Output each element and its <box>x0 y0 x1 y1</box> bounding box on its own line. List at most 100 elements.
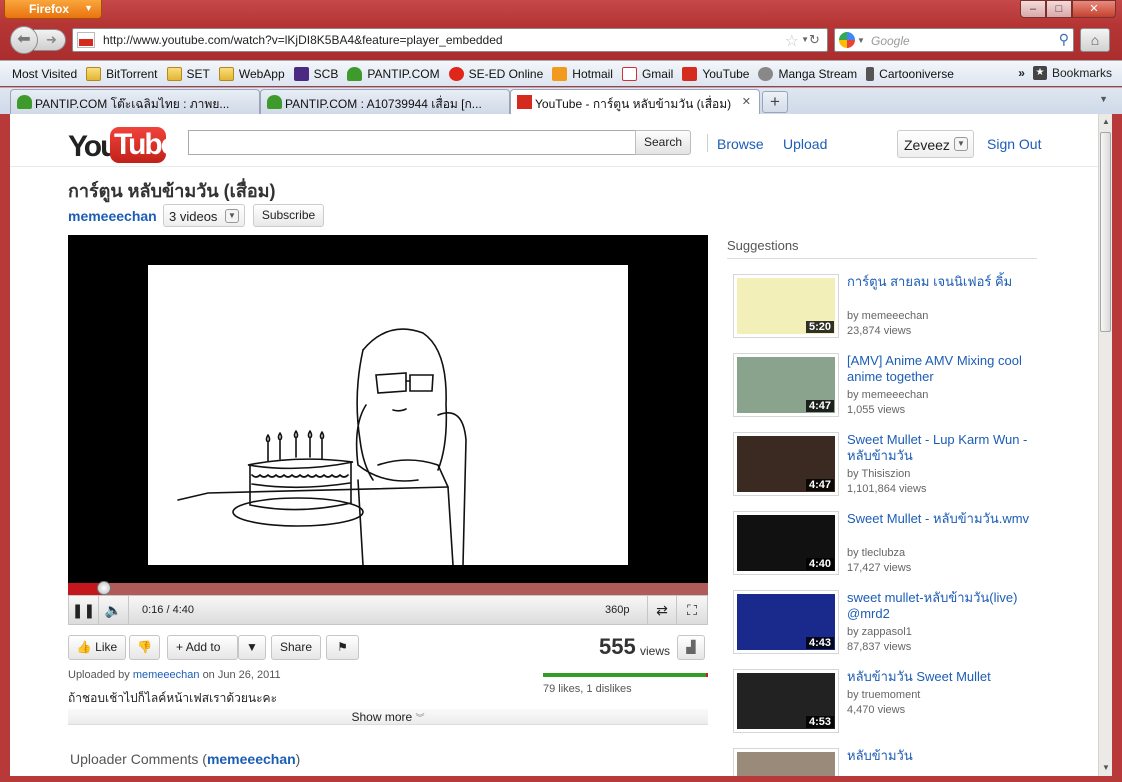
new-tab-button[interactable]: + <box>762 91 788 113</box>
bookmark-bittorrent[interactable]: BitTorrent <box>86 66 158 81</box>
bookmark-label: BitTorrent <box>106 66 158 81</box>
suggestion-title[interactable]: [AMV] Anime AMV Mixing cool anime togeth… <box>847 353 1037 385</box>
tab-pantip-2[interactable]: PANTIP.COM : A10739944 เสื่อม [ก... <box>260 89 510 114</box>
suggestion-item[interactable]: 5:20 การ์ตูน สายลม เจนนิเฟอร์ คิ้ม by meme… <box>733 274 1033 344</box>
url-history-dropdown-icon[interactable]: ▼ <box>801 35 809 44</box>
suggestion-thumbnail[interactable]: 4:47 <box>733 353 839 417</box>
uploader-link[interactable]: memeeechan <box>133 669 200 681</box>
scrollbar-thumb[interactable] <box>1100 132 1111 332</box>
url-text[interactable]: http://www.youtube.com/watch?v=lKjDI8K5B… <box>103 33 503 47</box>
channel-videos-dropdown[interactable]: 3 videos ▼ <box>163 204 245 227</box>
minimize-button[interactable]: – <box>1020 0 1046 18</box>
suggestion-duration: 4:47 <box>805 479 834 491</box>
fullscreen-button[interactable]: ⛶ <box>677 596 707 624</box>
video-progress-bar[interactable] <box>68 581 708 595</box>
like-button[interactable]: 👍 Like <box>68 635 126 660</box>
search-icon[interactable]: ⚲ <box>1059 31 1069 48</box>
back-button[interactable]: ⬅ <box>10 26 38 54</box>
volume-button[interactable]: 🔈 <box>99 596 129 624</box>
username: Zeveez <box>904 137 950 153</box>
folder-icon <box>86 66 102 81</box>
close-tab-icon[interactable]: ✕ <box>742 95 751 108</box>
suggestion-title[interactable]: Sweet Mullet - Lup Karm Wun - หลับข้ามวั… <box>847 432 1037 464</box>
maximize-button[interactable]: □ <box>1046 0 1072 18</box>
bookmark-scb[interactable]: SCB <box>293 66 338 81</box>
suggestion-item[interactable]: 4:40 Sweet Mullet - หลับข้ามวัน.wmv by tle… <box>733 511 1033 581</box>
add-to-button[interactable]: + Add to <box>167 635 238 660</box>
youtube-search-input[interactable] <box>188 130 636 155</box>
dislike-button[interactable]: 👎 <box>129 635 160 660</box>
manga-icon <box>758 66 774 81</box>
quality-selector[interactable]: 360p <box>605 604 629 616</box>
channel-link[interactable]: memeeechan <box>68 208 157 224</box>
stats-button[interactable]: ▟ <box>677 635 705 660</box>
close-window-button[interactable]: ✕ <box>1072 0 1116 18</box>
page-scrollbar[interactable]: ▲ ▼ <box>1098 114 1112 776</box>
suggestion-item[interactable]: 4:43 sweet mullet-หลับข้ามวัน(live) @mrd2… <box>733 590 1033 660</box>
suggestion-thumbnail[interactable] <box>733 748 839 776</box>
bookmark-most-visited[interactable]: Most Visited <box>10 67 77 189</box>
suggestion-item[interactable]: 4:47 [AMV] Anime AMV Mixing cool anime to… <box>733 353 1033 423</box>
engine-dropdown-icon[interactable]: ▼ <box>857 36 865 45</box>
sign-out-link[interactable]: Sign Out <box>987 136 1041 152</box>
bookmark-gmail[interactable]: Gmail <box>621 66 673 81</box>
bookmark-set[interactable]: SET <box>166 66 210 81</box>
suggestion-title[interactable]: หลับข้ามวัน Sweet Mullet <box>847 669 1037 685</box>
forward-button[interactable]: ➜ <box>34 29 66 51</box>
youtube-logo[interactable]: You Tube <box>68 124 177 164</box>
show-more-label: Show more <box>351 710 413 724</box>
suggestion-thumbnail[interactable]: 4:43 <box>733 590 839 654</box>
bookmark-webapp[interactable]: WebApp <box>218 66 285 81</box>
suggestion-item[interactable]: 4:47 Sweet Mullet - Lup Karm Wun - หลับข้… <box>733 432 1033 502</box>
suggestion-title[interactable]: sweet mullet-หลับข้ามวัน(live) @mrd2 <box>847 590 1037 622</box>
suggestion-item[interactable]: หลับข้ามวัน <box>733 748 1033 776</box>
show-more-button[interactable]: Show more ︾ <box>68 709 708 725</box>
suggestion-thumbnail[interactable]: 4:40 <box>733 511 839 575</box>
chevron-down-icon: ▼ <box>246 640 258 654</box>
browse-link[interactable]: Browse <box>717 136 764 152</box>
list-all-tabs-icon[interactable]: ▼ <box>1099 94 1108 104</box>
suggestion-title[interactable]: การ์ตูน สายลม เจนนิเฟอร์ คิ้ม <box>847 274 1037 290</box>
tab-pantip-1[interactable]: PANTIP.COM โต๊ะเฉลิมไทย : ภาพย... <box>10 89 260 114</box>
browser-search-bar[interactable]: ▼ Google ⚲ <box>834 28 1074 52</box>
upload-info: Uploaded by memeeechan on Jun 26, 2011 <box>68 669 281 681</box>
user-menu[interactable]: Zeveez ▼ <box>897 130 974 158</box>
suggestion-title[interactable]: Sweet Mullet - หลับข้ามวัน.wmv <box>847 511 1037 527</box>
scroll-down-icon[interactable]: ▼ <box>1099 760 1113 776</box>
suggestion-views: 4,470 views <box>847 704 906 716</box>
video-player[interactable] <box>68 235 708 583</box>
suggestion-item[interactable]: 4:53 หลับข้ามวัน Sweet Mullet by truemomen… <box>733 669 1033 739</box>
tab-youtube[interactable]: YouTube - การ์ตูน หลับข้ามวัน (เสื่อม) ✕ <box>510 89 760 115</box>
suggestion-thumbnail[interactable]: 4:53 <box>733 669 839 733</box>
bookmark-hotmail[interactable]: Hotmail <box>552 66 613 81</box>
subscribe-button[interactable]: Subscribe <box>253 204 324 227</box>
suggestion-title[interactable]: หลับข้ามวัน <box>847 748 1037 764</box>
bookmark-cartooniverse[interactable]: Cartooniverse <box>866 66 954 81</box>
bookmark-manga-stream[interactable]: Manga Stream <box>758 66 857 81</box>
upload-link[interactable]: Upload <box>783 136 827 152</box>
bookmark-youtube[interactable]: YouTube <box>682 66 749 81</box>
suggestion-thumbnail[interactable]: 5:20 <box>733 274 839 338</box>
suggestion-duration: 4:47 <box>805 400 834 412</box>
add-to-dropdown[interactable]: ▼ <box>238 635 266 660</box>
google-engine-icon[interactable] <box>839 32 855 48</box>
youtube-favicon-icon <box>77 32 95 48</box>
home-button[interactable]: ⌂ <box>1080 28 1110 52</box>
suggestion-thumbnail[interactable]: 4:47 <box>733 432 839 496</box>
chevron-down-icon: ︾ <box>415 713 425 723</box>
flag-button[interactable]: ⚑ <box>326 635 359 660</box>
bookmark-star-icon[interactable]: ☆ <box>785 31 799 51</box>
youtube-search-button[interactable]: Search <box>635 130 691 155</box>
bookmark-pantip[interactable]: PANTIP.COM <box>347 66 440 81</box>
bookmarks-overflow-button[interactable]: » <box>1018 66 1025 80</box>
popout-button[interactable]: ⇄ <box>647 596 677 624</box>
firefox-menu-button[interactable]: Firefox ▼ <box>4 0 102 19</box>
share-button[interactable]: Share <box>271 635 321 660</box>
scroll-up-icon[interactable]: ▲ <box>1099 114 1113 130</box>
uploader-comments-link[interactable]: memeeechan <box>207 751 296 767</box>
url-bar[interactable]: http://www.youtube.com/watch?v=lKjDI8K5B… <box>72 28 828 52</box>
bookmarks-menu-button[interactable]: Bookmarks <box>1052 66 1112 80</box>
reload-icon[interactable]: ↻ <box>809 32 825 48</box>
bookmark-se-ed[interactable]: SE-ED Online <box>448 66 543 81</box>
pause-button[interactable]: ❚❚ <box>69 596 99 624</box>
